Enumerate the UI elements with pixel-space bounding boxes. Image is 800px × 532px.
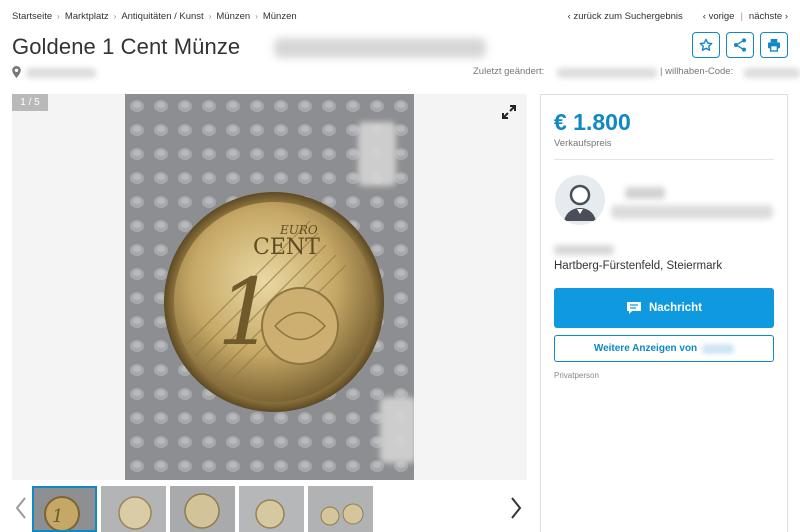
last-changed-label: Zuletzt geändert: (473, 66, 545, 77)
redacted-seller-info (611, 205, 773, 219)
chat-icon (626, 302, 641, 314)
favorite-button[interactable] (692, 32, 720, 58)
redacted-location (26, 68, 96, 78)
coin-cent-text: CENT (253, 235, 320, 260)
listing-meta: Zuletzt geändert: | willhaben-Code: (12, 66, 800, 80)
back-to-results-link[interactable]: ‹ zurück zum Suchergebnis (568, 11, 683, 22)
redacted-date (557, 68, 657, 78)
breadcrumb-separator: › (57, 11, 60, 21)
thumbnail-4[interactable] (239, 486, 304, 532)
breadcrumb-marktplatz[interactable]: Marktplatz (65, 11, 109, 22)
share-icon (734, 38, 746, 52)
avatar-icon (564, 184, 596, 221)
previous-link[interactable]: ‹ vorige (703, 11, 735, 22)
chevron-right-icon[interactable] (509, 496, 523, 520)
image-gallery[interactable]: 1 / 5 1 EURO CENT (12, 94, 527, 480)
breadcrumb-antiquitaeten[interactable]: Antiquitäten / Kunst (121, 11, 203, 22)
title-row: Goldene 1 Cent Münze (12, 32, 788, 62)
seller-sidebar: € 1.800 Verkaufspreis Hartberg-Fürstenfe… (540, 94, 788, 532)
breadcrumb-startseite[interactable]: Startseite (12, 11, 52, 22)
listing-actions (692, 32, 788, 58)
message-button-label: Nachricht (648, 302, 703, 314)
more-listings-button[interactable]: Weitere Anzeigen von (554, 335, 774, 362)
thumbnail-strip: 1 (12, 486, 527, 532)
redacted-code (744, 68, 800, 78)
message-button[interactable]: Nachricht (554, 288, 774, 328)
redacted-photo-area (358, 122, 396, 186)
seller-type: Privatperson (554, 371, 599, 380)
print-button[interactable] (760, 32, 788, 58)
nav-separator: | (740, 10, 743, 22)
thumbnail-5[interactable] (308, 486, 373, 532)
page-title: Goldene 1 Cent Münze (12, 34, 241, 59)
redacted-photo-area (380, 397, 414, 463)
redacted-postal-code (554, 245, 614, 255)
thumbnail-1[interactable]: 1 (32, 486, 97, 532)
redacted-seller-name (702, 343, 735, 354)
breadcrumb: Startseite › Marktplatz › Antiquitäten /… (12, 11, 297, 22)
result-navigation: ‹ zurück zum Suchergebnis ‹ vorige | näc… (568, 11, 788, 22)
star-icon (699, 38, 713, 51)
breadcrumb-separator: › (113, 11, 117, 21)
location-pin-icon (12, 66, 21, 78)
svg-text:1: 1 (52, 506, 63, 527)
willhaben-code-label: | willhaben-Code: (660, 66, 734, 77)
more-listings-label: Weitere Anzeigen von (593, 343, 698, 354)
coin-value: 1 (217, 259, 276, 366)
main-photo[interactable]: 1 EURO CENT (125, 94, 414, 480)
thumbnail-2[interactable] (101, 486, 166, 532)
price: € 1.800 (554, 109, 631, 135)
breadcrumb-separator: › (255, 11, 258, 21)
print-icon (768, 39, 780, 52)
image-counter: 1 / 5 (12, 94, 48, 111)
price-label: Verkaufspreis (554, 138, 612, 149)
thumbnail-3[interactable] (170, 486, 235, 532)
divider (554, 159, 774, 160)
breadcrumb-muenzen-sub[interactable]: Münzen (263, 11, 297, 22)
breadcrumb-muenzen[interactable]: Münzen (216, 11, 250, 22)
avatar (555, 175, 605, 225)
redacted-seller-name (625, 187, 665, 199)
seller-region: Hartberg-Fürstenfeld, Steiermark (554, 260, 723, 272)
expand-icon[interactable] (501, 104, 517, 120)
top-navigation: Startseite › Marktplatz › Antiquitäten /… (12, 9, 788, 23)
chevron-left-icon[interactable] (14, 496, 28, 520)
redacted-title-suffix (274, 38, 486, 58)
breadcrumb-separator: › (208, 11, 212, 21)
next-link[interactable]: nächste › (749, 11, 788, 22)
share-button[interactable] (726, 32, 754, 58)
